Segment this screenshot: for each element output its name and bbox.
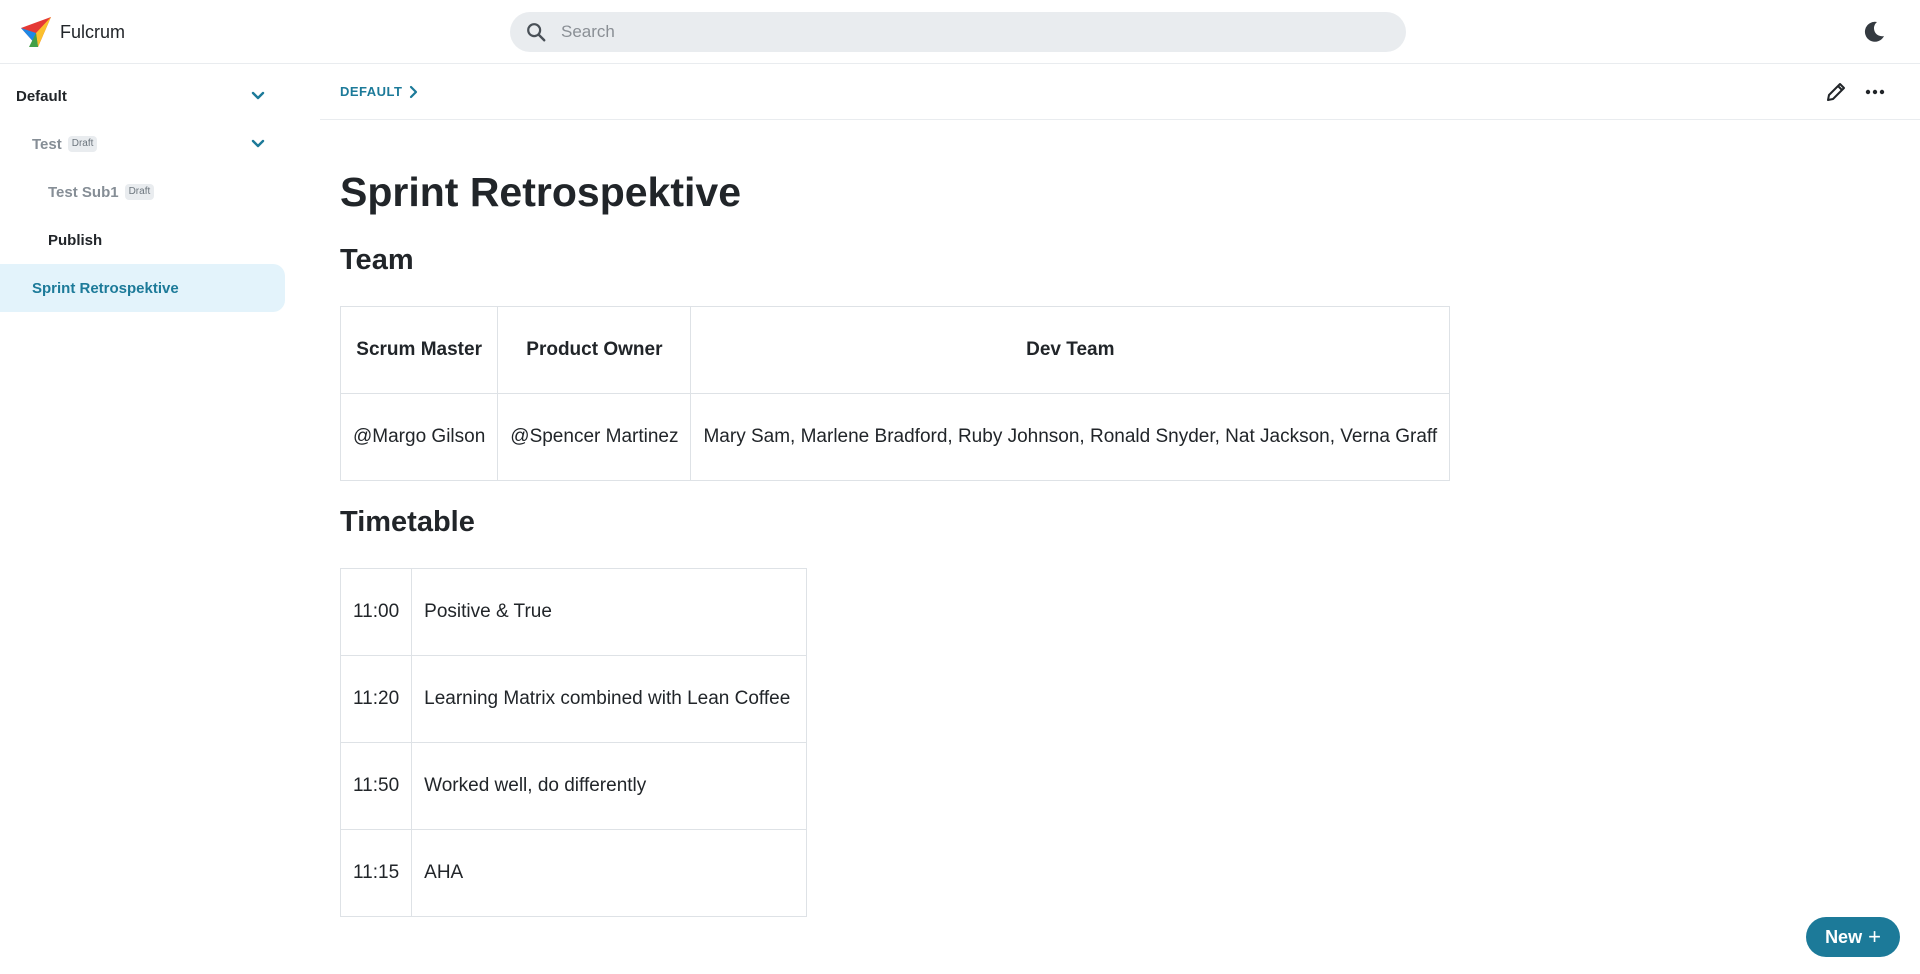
table-row: 11:20 Learning Matrix combined with Lean… <box>339 655 808 743</box>
activity-cell: Positive & True <box>411 568 808 656</box>
search-icon <box>527 23 546 42</box>
new-button-label: New <box>1825 926 1863 947</box>
table-row: @Margo Gilson @Spencer Martinez Mary Sam… <box>339 393 1451 481</box>
chevron-down-icon[interactable] <box>248 86 268 106</box>
team-table: Scrum Master Product Owner Dev Team @Mar… <box>339 306 1451 481</box>
table-cell: @Margo Gilson <box>339 393 499 481</box>
sidebar: Default Test Draft Test Sub1 Draft Publi… <box>0 64 300 974</box>
table-row: 11:00 Positive & True <box>339 568 808 656</box>
table-row: 11:50 Worked well, do differently <box>339 742 808 830</box>
time-cell: 11:50 <box>339 742 413 830</box>
sidebar-item-publish[interactable]: Publish <box>48 216 102 264</box>
sidebar-item-sprint-retrospektive[interactable]: Sprint Retrospektive <box>0 264 285 312</box>
pencil-icon[interactable] <box>1824 80 1848 104</box>
sidebar-item-label: Default <box>16 87 67 105</box>
chevron-right-icon <box>410 85 418 98</box>
draft-badge: Draft <box>124 184 155 200</box>
time-cell: 11:15 <box>339 829 413 917</box>
time-cell: 11:00 <box>339 568 413 656</box>
table-cell: Mary Sam, Marlene Bradford, Ruby Johnson… <box>690 393 1451 481</box>
app-name: Fulcrum <box>60 21 126 42</box>
new-button[interactable]: New + <box>1806 917 1900 957</box>
breadcrumb-label: DEFAULT <box>340 84 403 99</box>
sidebar-item-label: Publish <box>48 231 103 249</box>
sidebar-item-default[interactable]: Default <box>16 72 67 120</box>
top-bar: Fulcrum <box>0 0 1920 64</box>
page-title: Sprint Retrospektive <box>340 169 741 215</box>
team-heading: Team <box>340 244 414 276</box>
moon-icon[interactable] <box>1862 20 1886 44</box>
activity-cell: Worked well, do differently <box>411 742 808 830</box>
brand[interactable]: Fulcrum <box>20 15 125 49</box>
table-cell: @Spencer Martinez <box>497 393 692 481</box>
search-bar[interactable] <box>510 12 1406 52</box>
draft-badge: Draft <box>67 136 98 152</box>
activity-cell: AHA <box>411 829 808 917</box>
table-header: Scrum Master <box>339 306 499 394</box>
sidebar-item-test-sub1[interactable]: Test Sub1 Draft <box>48 168 155 216</box>
sidebar-item-label: Test <box>32 135 62 153</box>
sidebar-item-test[interactable]: Test Draft <box>32 120 98 168</box>
plus-icon: + <box>1868 924 1881 949</box>
time-cell: 11:20 <box>339 655 413 743</box>
timetable-heading: Timetable <box>340 506 475 538</box>
more-icon[interactable] <box>1863 80 1887 104</box>
sidebar-item-label: Sprint Retrospektive <box>32 279 179 297</box>
search-input[interactable] <box>561 22 1381 42</box>
timetable-table: 11:00 Positive & True 11:20 Learning Mat… <box>339 568 808 917</box>
activity-cell: Learning Matrix combined with Lean Coffe… <box>411 655 808 743</box>
table-header: Dev Team <box>690 306 1451 394</box>
chevron-down-icon[interactable] <box>248 134 268 154</box>
breadcrumb[interactable]: DEFAULT <box>340 84 420 99</box>
page-toolbar: DEFAULT <box>320 64 1920 120</box>
table-row: 11:15 AHA <box>339 829 808 917</box>
sidebar-item-label: Test Sub1 <box>48 183 119 201</box>
table-header: Product Owner <box>497 306 692 394</box>
table-header-row: Scrum Master Product Owner Dev Team <box>339 306 1451 394</box>
logo-icon <box>21 17 51 47</box>
